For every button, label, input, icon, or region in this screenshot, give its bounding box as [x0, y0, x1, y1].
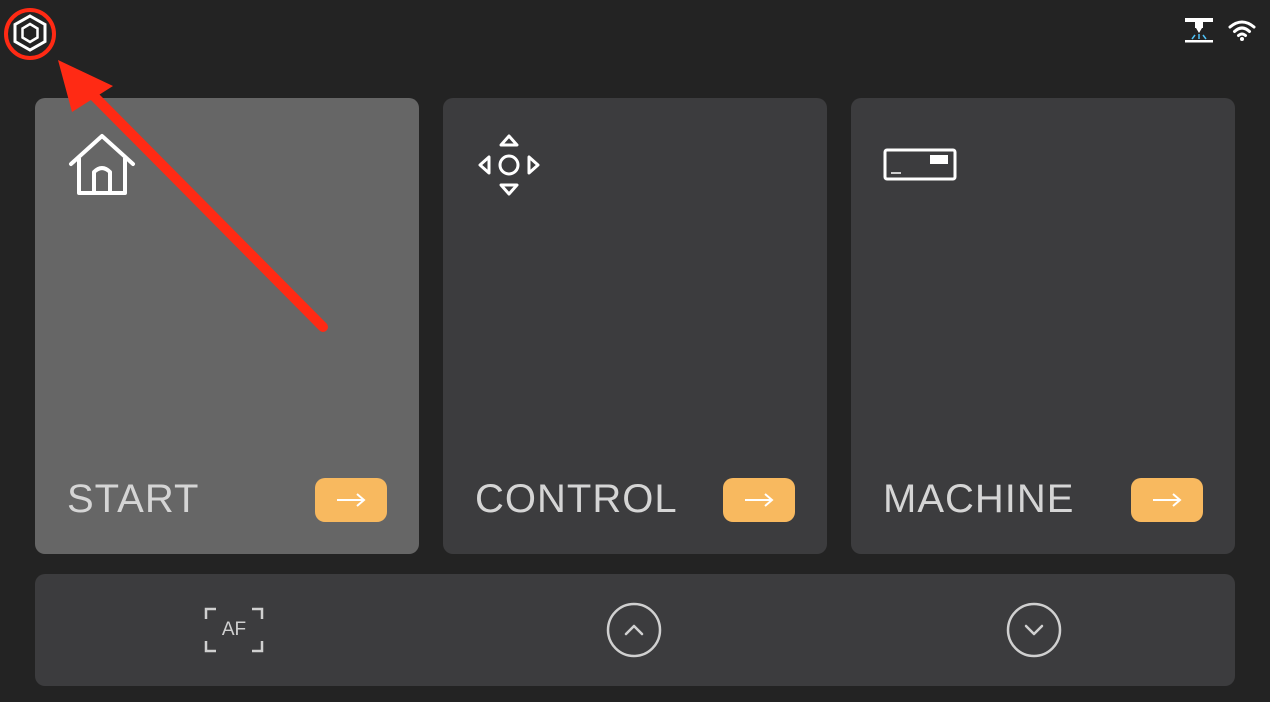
autofocus-label: AF [221, 619, 247, 640]
arrow-right-icon [745, 493, 774, 507]
control-card[interactable]: CONTROL [443, 98, 827, 554]
machine-go-button[interactable] [1131, 478, 1203, 522]
bottom-bar: AF [35, 574, 1235, 686]
home-icon [67, 132, 137, 201]
move-up-button[interactable] [604, 602, 664, 658]
machine-label: MACHINE [883, 477, 1075, 521]
app-logo-icon[interactable] [10, 13, 50, 53]
machine-card[interactable]: MACHINE [851, 98, 1235, 554]
autofocus-button[interactable]: AF [204, 602, 264, 658]
wifi-icon[interactable] [1228, 18, 1256, 47]
chevron-down-circle-icon [1006, 602, 1062, 658]
move-down-button[interactable] [1004, 602, 1064, 658]
start-card[interactable]: START [35, 98, 419, 554]
control-go-button[interactable] [723, 478, 795, 522]
control-label: CONTROL [475, 477, 678, 521]
start-go-button[interactable] [315, 478, 387, 522]
status-bar [1184, 16, 1256, 49]
start-label: START [67, 477, 200, 521]
arrow-right-icon [1153, 493, 1182, 507]
chevron-up-circle-icon [606, 602, 662, 658]
move-arrows-icon [475, 132, 543, 203]
arrow-right-icon [337, 493, 366, 507]
laser-status-icon [1184, 16, 1214, 49]
machine-icon [883, 148, 957, 187]
